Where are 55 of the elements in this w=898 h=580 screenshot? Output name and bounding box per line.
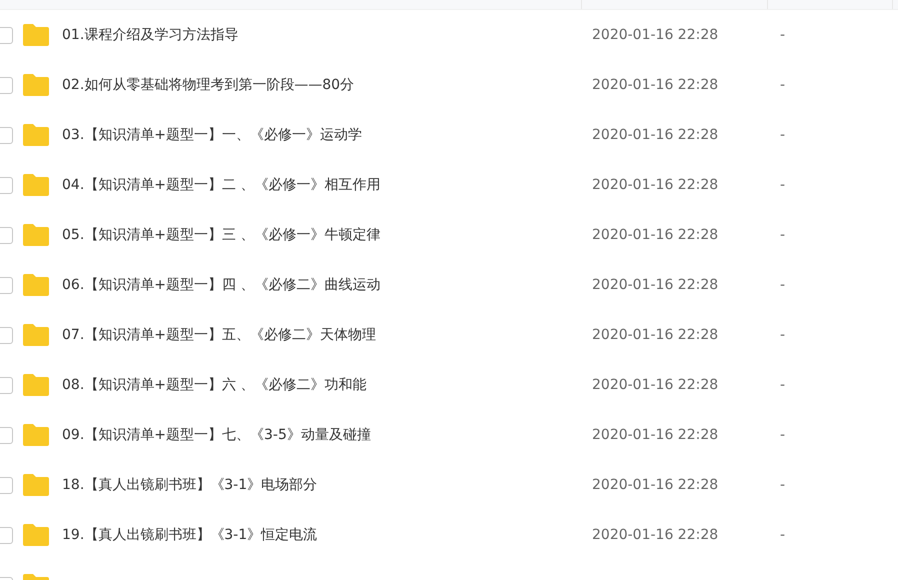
file-name[interactable]: 03.【知识清单+题型一】一、《必修一》运动学: [62, 124, 362, 146]
modified-date: 2020-01-16 22:28: [591, 176, 720, 194]
folder-icon: [23, 124, 49, 146]
file-size: -: [779, 376, 786, 394]
checkbox[interactable]: [0, 76, 13, 94]
checkbox[interactable]: [0, 26, 13, 44]
folder-icon: [23, 24, 49, 46]
file-name[interactable]: 09.【知识清单+题型一】七、《3-5》动量及碰撞: [62, 424, 371, 446]
file-name[interactable]: 08.【知识清单+题型一】六 、《必修二》功和能: [62, 374, 366, 396]
file-size: -: [779, 476, 786, 494]
file-name[interactable]: 19.【真人出镜刷书班】《3-1》恒定电流: [62, 524, 318, 546]
file-size: -: [779, 276, 786, 294]
modified-date: 2020-01-16 22:28: [591, 526, 720, 544]
checkbox[interactable]: [0, 326, 13, 344]
modified-date: 2020-01-16 22:28: [591, 326, 720, 344]
checkbox[interactable]: [0, 126, 13, 144]
file-size: -: [779, 126, 786, 144]
file-size: -: [779, 76, 786, 94]
file-name[interactable]: 07.【知识清单+题型一】五、《必修二》天体物理: [62, 324, 376, 346]
folder-icon: [23, 324, 49, 346]
folder-icon: [23, 424, 49, 446]
file-name[interactable]: 05.【知识清单+题型一】三 、《必修一》牛顿定律: [62, 224, 380, 246]
file-size: -: [779, 26, 786, 44]
modified-date: 2020-01-16 22:28: [591, 376, 720, 394]
folder-icon: [23, 524, 49, 546]
modified-date: 2020-01-16 22:28: [591, 426, 720, 444]
checkbox[interactable]: [0, 476, 13, 494]
file-size: -: [779, 226, 786, 244]
file-name[interactable]: 01.课程介绍及学习方法指导: [62, 24, 238, 46]
checkbox[interactable]: [0, 176, 13, 194]
modified-date: 2020-01-16 22:28: [591, 126, 720, 144]
file-name[interactable]: 04.【知识清单+题型一】二 、《必修一》相互作用: [62, 174, 380, 196]
file-name[interactable]: 02.如何从零基础将物理考到第一阶段——80分: [62, 74, 354, 96]
file-size: -: [779, 176, 786, 194]
checkbox[interactable]: [0, 226, 13, 244]
modified-date: 2020-01-16 22:28: [591, 276, 720, 294]
folder-icon: [23, 474, 49, 496]
checkbox[interactable]: [0, 376, 13, 394]
file-name[interactable]: 18.【真人出镜刷书班】《3-1》电场部分: [62, 474, 318, 496]
folder-icon: [23, 174, 49, 196]
folder-icon: [23, 224, 49, 246]
folder-icon: [23, 374, 49, 396]
file-size: -: [779, 526, 786, 544]
file-name[interactable]: 06.【知识清单+题型一】四 、《必修二》曲线运动: [62, 274, 380, 296]
checkbox[interactable]: [0, 276, 13, 294]
file-size: -: [779, 326, 786, 344]
checkbox[interactable]: [0, 526, 13, 544]
modified-date: 2020-01-16 22:28: [591, 476, 720, 494]
folder-icon: [23, 74, 49, 96]
modified-date: 2020-01-16 22:28: [591, 226, 720, 244]
folder-icon: [23, 274, 49, 296]
modified-date: 2020-01-16 22:28: [591, 76, 720, 94]
file-size: -: [779, 426, 786, 444]
modified-date: 2020-01-16 22:28: [591, 26, 720, 44]
checkbox[interactable]: [0, 426, 13, 444]
